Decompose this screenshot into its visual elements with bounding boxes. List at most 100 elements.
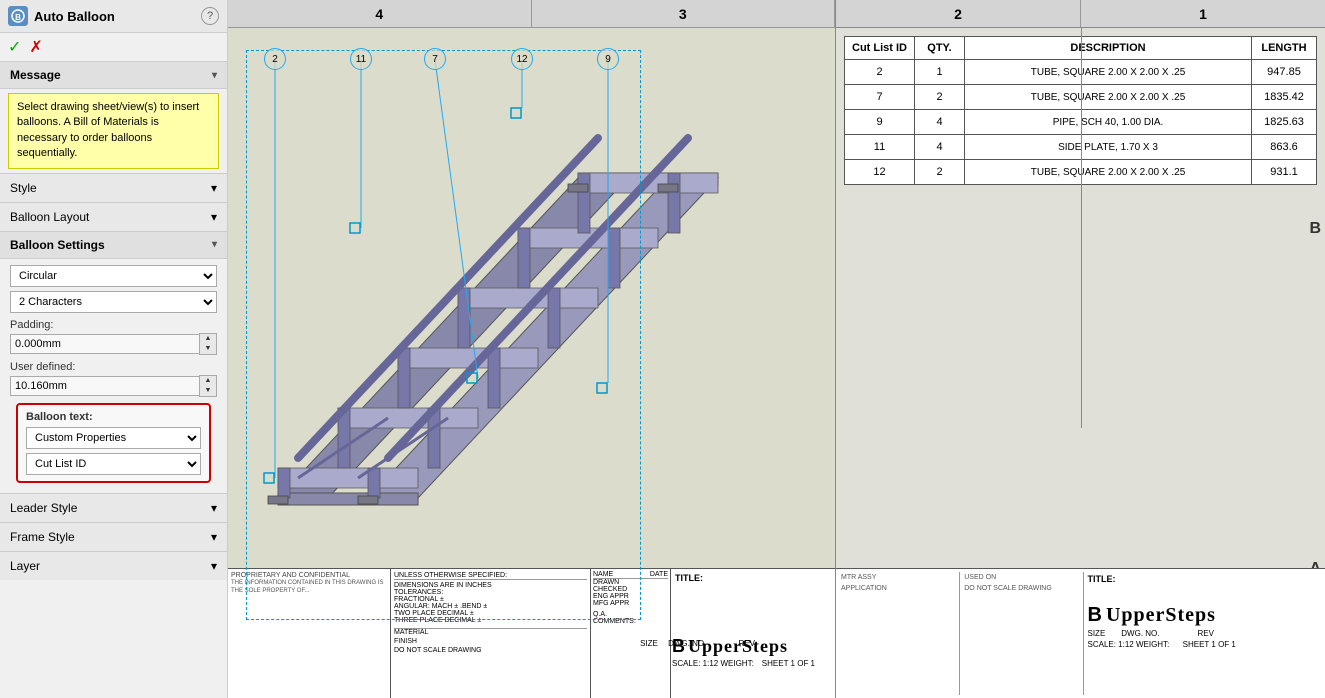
cell-id: 2 xyxy=(845,60,915,85)
cell-desc: SIDE PLATE, 1.70 X 3 xyxy=(965,135,1252,160)
message-chevron: ▾ xyxy=(212,70,217,81)
layer-label: Layer xyxy=(10,559,40,573)
characters-select[interactable]: 1 Character 2 Characters 3 Characters xyxy=(10,291,217,313)
svg-text:B: B xyxy=(15,13,21,22)
style-section-header[interactable]: Style ▾ xyxy=(0,173,227,202)
balloon-leaders-svg xyxy=(228,28,835,698)
cell-desc: PIPE, SCH 40, 1.00 DIA. xyxy=(965,110,1252,135)
frame-style-label: Frame Style xyxy=(10,530,75,544)
padding-row: ▲ ▼ xyxy=(10,333,217,355)
frame-style-chevron: ▾ xyxy=(211,530,217,544)
characters-row: 1 Character 2 Characters 3 Characters xyxy=(10,291,217,313)
cell-qty: 2 xyxy=(915,85,965,110)
leader-style-section-header[interactable]: Leader Style ▾ xyxy=(0,493,227,522)
balloon-11: 11 xyxy=(350,48,372,70)
bom-title-block: MTR ASSY APPLICATION USED ON DO NOT SCAL… xyxy=(836,568,1325,698)
style-label: Style xyxy=(10,181,37,195)
user-defined-down[interactable]: ▼ xyxy=(200,386,216,396)
bom-bottom-left: MTR ASSY APPLICATION xyxy=(839,572,960,695)
cell-id: 12 xyxy=(845,160,915,185)
cell-id: 11 xyxy=(845,135,915,160)
balloon-text-select[interactable]: Custom Properties Item Number Descriptio… xyxy=(26,427,201,449)
style-chevron: ▾ xyxy=(211,181,217,195)
panel-title-text: Auto Balloon xyxy=(34,9,115,24)
padding-up[interactable]: ▲ xyxy=(200,334,216,344)
cell-length: 863.6 xyxy=(1252,135,1317,160)
balloon-settings-label: Balloon Settings xyxy=(10,238,105,252)
balloon-7: 7 xyxy=(424,48,446,70)
padding-input[interactable] xyxy=(10,334,199,354)
col-cut-list-id: Cut List ID xyxy=(845,37,915,60)
cell-id: 9 xyxy=(845,110,915,135)
col-4: 4 xyxy=(228,0,532,27)
padding-down[interactable]: ▼ xyxy=(200,344,216,354)
balloon-layout-chevron: ▾ xyxy=(211,210,217,224)
cell-length: 1825.63 xyxy=(1252,110,1317,135)
cell-desc: TUBE, SQUARE 2.00 X 2.00 X .25 xyxy=(965,160,1252,185)
balloon-text-label: Balloon text: xyxy=(26,411,201,423)
column-rulers: 4 3 xyxy=(228,0,835,28)
left-panel: B Auto Balloon ? ✓ ✗ Message ▾ Select dr… xyxy=(0,0,228,698)
drawing-sheet[interactable]: 2 11 7 12 9 xyxy=(228,28,835,698)
confirm-button[interactable]: ✓ xyxy=(8,37,21,57)
cell-desc: TUBE, SQUARE 2.00 X 2.00 X .25 xyxy=(965,60,1252,85)
col-qty: QTY. xyxy=(915,37,965,60)
balloon-layout-section-header[interactable]: Balloon Layout ▾ xyxy=(0,202,227,231)
bom-bottom-mid: USED ON DO NOT SCALE DRAWING xyxy=(962,572,1083,695)
message-text: Select drawing sheet/view(s) to insert b… xyxy=(17,101,199,159)
bom-bottom-right: TITLE: B UpperSteps SIZE DWG. NO. REV SC… xyxy=(1086,572,1323,695)
col-length: LENGTH xyxy=(1252,37,1317,60)
cancel-button[interactable]: ✗ xyxy=(29,37,42,57)
balloon-text-section: Balloon text: Custom Properties Item Num… xyxy=(16,403,211,483)
balloon-9: 9 xyxy=(597,48,619,70)
shape-row: Circular Square Triangle Hexagon None xyxy=(10,265,217,287)
cell-qty: 4 xyxy=(915,135,965,160)
leader-style-label: Leader Style xyxy=(10,501,77,515)
bom-vertical-divider xyxy=(1081,28,1082,428)
cut-list-select[interactable]: Cut List ID Part Number Description xyxy=(26,453,201,475)
check-row: ✓ ✗ xyxy=(0,33,227,61)
panel-title: B Auto Balloon xyxy=(8,6,115,26)
balloon-12: 12 xyxy=(511,48,533,70)
main-drawing-area[interactable]: 4 3 2 11 xyxy=(228,0,1325,698)
message-label: Message xyxy=(10,68,61,82)
balloon-settings-header[interactable]: Balloon Settings ▾ xyxy=(0,231,227,259)
cell-length: 931.1 xyxy=(1252,160,1317,185)
balloon-text-select-row: Custom Properties Item Number Descriptio… xyxy=(26,427,201,449)
col-description: DESCRIPTION xyxy=(965,37,1252,60)
bom-title-inner: MTR ASSY APPLICATION USED ON DO NOT SCAL… xyxy=(839,572,1322,695)
balloon-layout-label: Balloon Layout xyxy=(10,210,89,224)
cell-length: 1835.42 xyxy=(1252,85,1317,110)
auto-balloon-icon: B xyxy=(8,6,28,26)
balloon-settings-content: Circular Square Triangle Hexagon None 1 … xyxy=(0,259,227,493)
bom-rulers: 2 1 xyxy=(836,0,1325,28)
frame-style-section-header[interactable]: Frame Style ▾ xyxy=(0,522,227,551)
bom-area: 2 1 Cut List ID QTY. DESCRIPTION LENGTH … xyxy=(835,0,1325,698)
cell-desc: TUBE, SQUARE 2.00 X 2.00 X .25 xyxy=(965,85,1252,110)
user-defined-up[interactable]: ▲ xyxy=(200,376,216,386)
padding-label: Padding: xyxy=(10,319,217,331)
user-defined-input[interactable] xyxy=(10,376,199,396)
col-3: 3 xyxy=(532,0,836,27)
cell-qty: 4 xyxy=(915,110,965,135)
user-defined-label: User defined: xyxy=(10,361,217,373)
leader-style-chevron: ▾ xyxy=(211,501,217,515)
help-button[interactable]: ? xyxy=(201,7,219,25)
message-content: Select drawing sheet/view(s) to insert b… xyxy=(8,93,219,169)
user-defined-row: ▲ ▼ xyxy=(10,375,217,397)
padding-spinner: ▲ ▼ xyxy=(199,333,217,355)
cell-id: 7 xyxy=(845,85,915,110)
shape-select[interactable]: Circular Square Triangle Hexagon None xyxy=(10,265,217,287)
row-label-b: B xyxy=(1309,220,1321,238)
cell-qty: 1 xyxy=(915,60,965,85)
balloon-settings-chevron: ▾ xyxy=(212,239,217,250)
panel-header: B Auto Balloon ? xyxy=(0,0,227,33)
cut-list-select-row: Cut List ID Part Number Description xyxy=(26,453,201,475)
cell-qty: 2 xyxy=(915,160,965,185)
col-2: 2 xyxy=(836,0,1081,27)
cell-length: 947.85 xyxy=(1252,60,1317,85)
message-section-header[interactable]: Message ▾ xyxy=(0,61,227,89)
col-1: 1 xyxy=(1081,0,1325,27)
layer-section-header[interactable]: Layer ▾ xyxy=(0,551,227,580)
user-defined-spinner: ▲ ▼ xyxy=(199,375,217,397)
